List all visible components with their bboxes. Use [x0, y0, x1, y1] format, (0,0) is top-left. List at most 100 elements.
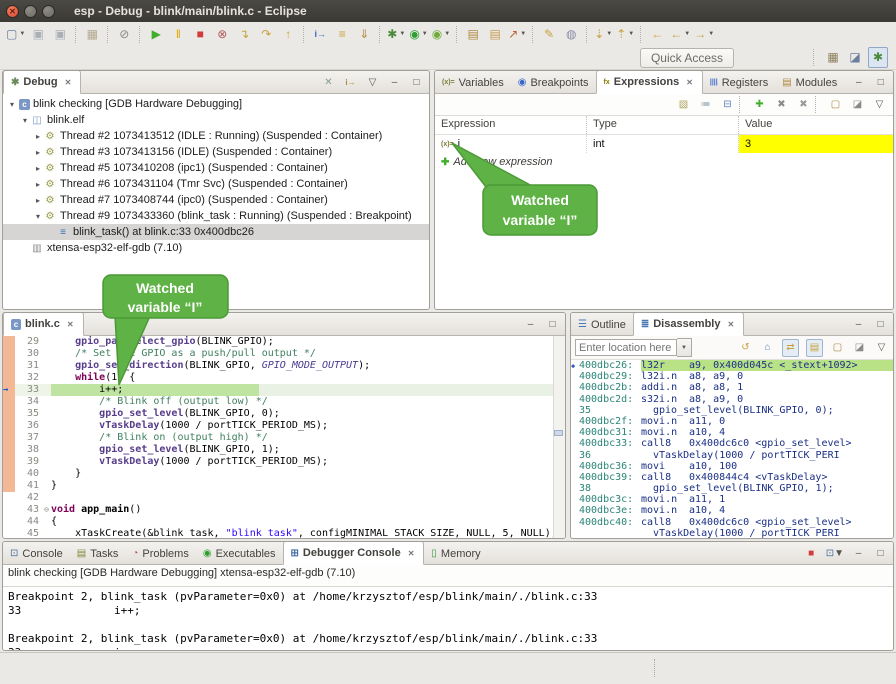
collapse-all-icon[interactable]: ⊟	[720, 97, 735, 113]
close-tab-icon[interactable]: ✕	[725, 319, 736, 330]
disconnect-icon[interactable]: ⊗	[213, 25, 231, 44]
tab-expressions[interactable]: fxExpressions✕	[596, 70, 703, 94]
expand-arrow-icon[interactable]: ▸	[33, 196, 43, 205]
annotation-gutter[interactable]	[3, 348, 15, 360]
dropdown-arrow-icon[interactable]: ▼	[684, 31, 690, 37]
terminate-icon[interactable]: ■	[191, 25, 209, 44]
new-view-icon[interactable]: ▢	[830, 340, 845, 356]
minimize-icon[interactable]: –	[387, 74, 402, 90]
step-return-icon[interactable]: ↑	[279, 25, 297, 44]
annotation-gutter[interactable]	[3, 432, 15, 444]
annotation-gutter[interactable]	[3, 420, 15, 432]
annotation-gutter[interactable]	[3, 336, 15, 348]
dropdown-arrow-icon[interactable]: ▼	[834, 548, 844, 559]
close-tab-icon[interactable]: ✕	[63, 77, 74, 88]
column-header-value[interactable]: Value	[739, 116, 893, 134]
code-editor[interactable]: 29 gpio_pad_select_gpio(BLINK_GPIO);30 /…	[3, 336, 565, 539]
annotation-gutter[interactable]	[3, 456, 15, 468]
debug-tree-item[interactable]: ▸⚙Thread #7 1073408744 (ipc0) (Suspended…	[3, 192, 429, 208]
close-tab-icon[interactable]: ✕	[406, 548, 417, 559]
home-icon[interactable]: ⌂	[760, 340, 775, 356]
next-annotation-icon[interactable]: ⇣▼	[594, 25, 612, 44]
location-input[interactable]	[575, 339, 677, 356]
annotation-gutter[interactable]	[3, 528, 15, 539]
tab-memory[interactable]: ▯Memory	[424, 543, 487, 564]
overview-ruler[interactable]	[553, 336, 565, 539]
remove-all-expressions-icon[interactable]: ✖	[796, 97, 811, 113]
maximize-icon[interactable]: □	[873, 545, 888, 561]
format-brush-icon[interactable]: ✎	[540, 25, 558, 44]
annotation-gutter[interactable]	[3, 360, 15, 372]
tab-blink-c[interactable]: cblink.c✕	[3, 312, 84, 336]
new-view-icon[interactable]: ▢	[828, 97, 843, 113]
suspend-icon[interactable]: ‖	[169, 25, 187, 44]
tab-executables[interactable]: ◉Executables	[196, 543, 283, 564]
open-folder-icon[interactable]: ▤	[486, 25, 504, 44]
annotation-gutter[interactable]	[3, 468, 15, 480]
annotation-gutter[interactable]: →	[3, 384, 15, 396]
open-project-icon[interactable]: ▤	[464, 25, 482, 44]
run-icon[interactable]: ◉▼	[409, 25, 427, 44]
dropdown-arrow-icon[interactable]: ▼	[422, 31, 428, 37]
step-over-icon[interactable]: ↷	[257, 25, 275, 44]
dropdown-arrow-icon[interactable]: ▼	[606, 31, 612, 37]
tab-registers[interactable]: ||||Registers	[703, 72, 775, 93]
pin-view-icon[interactable]: ◪	[850, 97, 865, 113]
step-into-icon[interactable]: ↴	[235, 25, 253, 44]
resume-icon[interactable]: ▶	[147, 25, 165, 44]
tab-problems[interactable]: ◔Problems	[125, 543, 196, 564]
view-menu-icon[interactable]: ▽	[365, 74, 380, 90]
tab-tasks[interactable]: ▤Tasks	[70, 543, 126, 564]
debug-perspective-button[interactable]: ✱	[868, 47, 888, 68]
instruction-stepping-mode-icon[interactable]: i→	[343, 74, 358, 90]
debug-launch-tree[interactable]: ▾cblink checking [GDB Hardware Debugging…	[3, 94, 429, 256]
last-edit-location-icon[interactable]: ←	[648, 25, 666, 44]
skip-all-breakpoints-icon[interactable]: ⊘	[115, 25, 133, 44]
show-source-icon[interactable]: ▤	[806, 339, 823, 357]
column-header-expression[interactable]: Expression	[435, 116, 587, 134]
dropdown-arrow-icon[interactable]: ▼	[444, 31, 450, 37]
maximize-icon[interactable]: □	[873, 74, 888, 90]
external-tools-icon[interactable]: ◉▼	[432, 25, 450, 44]
disassembly-listing[interactable]: ◆400dbc26:l32ra9, 0x400d045c <_stext+109…	[571, 360, 893, 539]
dropdown-arrow-icon[interactable]: ▼	[520, 31, 526, 37]
add-new-expression-row[interactable]: ✚Add new expression	[435, 153, 893, 171]
annotation-gutter[interactable]	[3, 396, 15, 408]
new-wizard-icon[interactable]: ▢▼	[6, 25, 25, 44]
terminate-console-icon[interactable]: ■	[804, 545, 819, 561]
save-all-icon[interactable]: ▣	[51, 25, 69, 44]
annotation-gutter[interactable]	[3, 504, 15, 516]
dropdown-arrow-icon[interactable]: ▼	[399, 31, 405, 37]
pin-view-icon[interactable]: ◪	[852, 340, 867, 356]
expression-row[interactable]: (x)=iint3	[435, 135, 893, 153]
debug-tree-item[interactable]: ▸⚙Thread #6 1073431104 (Tmr Svc) (Suspen…	[3, 176, 429, 192]
drop-to-frame-icon[interactable]: ⇓	[355, 25, 373, 44]
collapse-arrow-icon[interactable]: ▾	[7, 100, 17, 109]
debug-icon[interactable]: ✱▼	[387, 25, 405, 44]
dropdown-arrow-icon[interactable]: ▼	[19, 31, 25, 37]
forward-icon[interactable]: →▼	[694, 25, 714, 44]
debug-tree-item[interactable]: ▥xtensa-esp32-elf-gdb (7.10)	[3, 240, 429, 256]
window-maximize-button[interactable]	[42, 5, 55, 18]
tab-outline[interactable]: ☰Outline	[571, 314, 633, 335]
minimize-icon[interactable]: –	[851, 316, 866, 332]
expand-arrow-icon[interactable]: ▸	[33, 132, 43, 141]
tab-debugger-console[interactable]: ⊞Debugger Console✕	[283, 541, 425, 565]
tab-disassembly[interactable]: ≣Disassembly✕	[633, 312, 744, 336]
collapse-arrow-icon[interactable]: ▾	[33, 212, 43, 221]
tab-debug[interactable]: ✱Debug✕	[3, 70, 81, 94]
annotation-gutter[interactable]	[3, 480, 15, 492]
maximize-icon[interactable]: □	[409, 74, 424, 90]
window-close-button[interactable]: ✕	[6, 5, 19, 18]
debug-tree-item[interactable]: ▾⚙Thread #9 1073433360 (blink_task : Run…	[3, 208, 429, 224]
expand-arrow-icon[interactable]: ▸	[33, 164, 43, 173]
dropdown-arrow-icon[interactable]: ▼	[708, 31, 714, 37]
view-menu-icon[interactable]: ▽	[874, 340, 889, 356]
expand-arrow-icon[interactable]: ▸	[33, 180, 43, 189]
quick-access-button[interactable]: Quick Access	[640, 48, 734, 68]
tab-variables[interactable]: (x)=Variables	[435, 72, 511, 93]
expand-arrow-icon[interactable]: ▸	[33, 148, 43, 157]
close-tab-icon[interactable]: ✕	[65, 319, 76, 330]
expression-value[interactable]: 3	[739, 135, 893, 153]
remove-selected-expressions-icon[interactable]: ✖	[774, 97, 789, 113]
